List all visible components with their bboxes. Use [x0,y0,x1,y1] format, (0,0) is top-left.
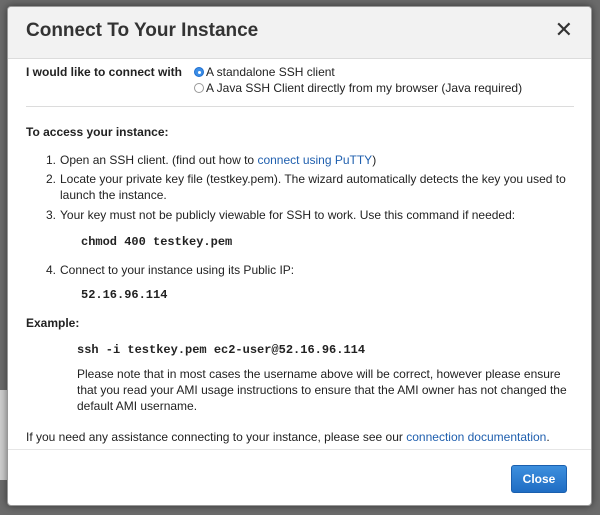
step-number: 4. [46,263,57,277]
close-icon[interactable]: ✕ [555,19,573,41]
radio-label-standalone-ssh[interactable]: A standalone SSH client [206,65,335,79]
footer-divider [8,449,591,450]
dialog-title: Connect To Your Instance [26,20,259,41]
step-number: 3. [46,208,57,222]
step-1: 1. Open an SSH client. (find out how to c… [46,152,566,168]
chmod-command: chmod 400 testkey.pem [81,235,233,249]
step-2: 2. Locate your private key file (testkey.… [46,171,566,203]
step-2-text-line1: Locate your private key file (testkey.pe… [60,172,566,186]
connect-dialog: Connect To Your Instance ✕ I would like … [7,6,592,506]
help-text-prefix: If you need any assistance connecting to… [26,430,407,444]
dialog-header: Connect To Your Instance ✕ [8,7,591,59]
step-1-text: Open an SSH client. (find out how to [60,153,258,167]
username-note: Please note that in most cases the usern… [77,367,567,413]
radio-selected-icon[interactable] [194,67,204,77]
access-heading: To access your instance: [26,125,169,139]
step-number: 2. [46,172,57,186]
radio-option-standalone-ssh[interactable]: A standalone SSH client [194,65,335,79]
step-number: 1. [46,153,57,167]
step-3: 3. Your key must not be publicly viewable… [46,207,566,223]
step-3-text: Your key must not be publicly viewable f… [60,208,516,222]
radio-option-java-ssh[interactable]: A Java SSH Client directly from my brows… [194,81,522,95]
step-4: 4. Connect to your instance using its Pub… [46,262,566,278]
help-text: If you need any assistance connecting to… [26,430,550,444]
step-4-text: Connect to your instance using its Publi… [60,263,295,277]
public-ip: 52.16.96.114 [81,288,168,302]
radio-label-java-ssh[interactable]: A Java SSH Client directly from my brows… [206,81,522,95]
step-2-text-line2: launch the instance. [60,188,167,202]
section-divider [26,106,574,107]
help-text-suffix: . [546,430,550,444]
step-1-suffix: ) [372,153,377,167]
radio-unselected-icon[interactable] [194,83,204,93]
example-heading: Example: [26,316,80,330]
connect-method-label: I would like to connect with [26,65,183,79]
close-button[interactable]: Close [511,465,567,493]
putty-link[interactable]: connect using PuTTY [257,153,372,167]
connection-documentation-link[interactable]: connection documentation [406,430,546,444]
example-ssh-command: ssh -i testkey.pem ec2-user@52.16.96.114 [77,343,366,357]
